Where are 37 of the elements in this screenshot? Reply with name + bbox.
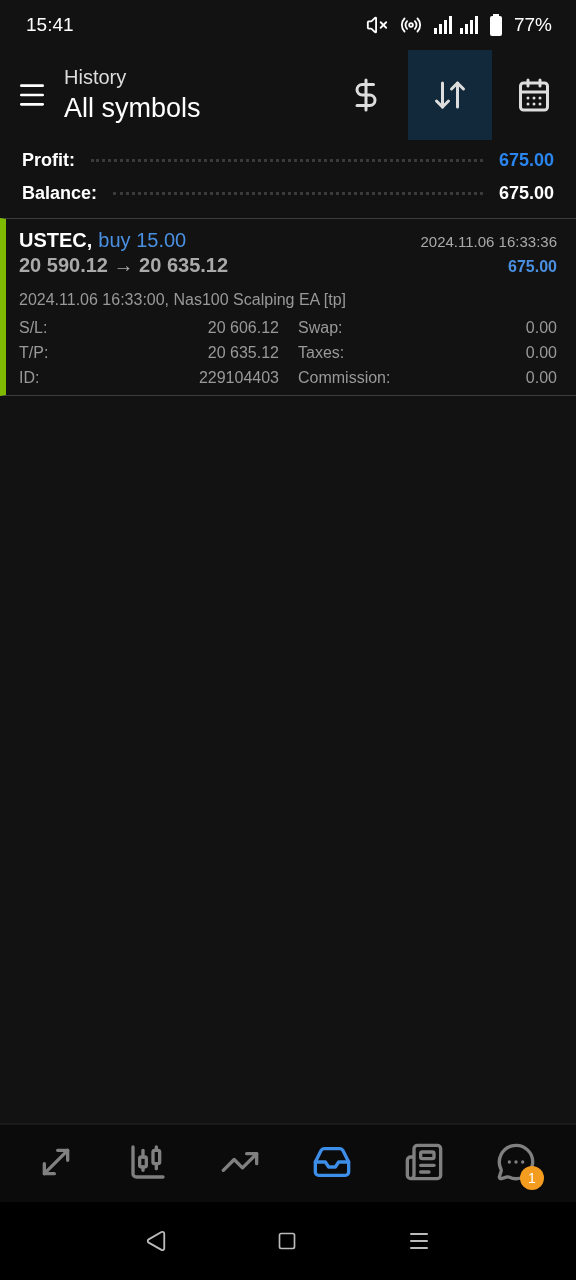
- back-icon[interactable]: [145, 1230, 167, 1252]
- field-value: 229104403: [198, 369, 279, 387]
- field-label: Swap:: [298, 319, 343, 337]
- summary-label: Balance:: [22, 183, 98, 204]
- mute-icon: [365, 14, 388, 36]
- field-value: 0.00: [525, 369, 557, 387]
- chat-icon: [496, 1141, 536, 1182]
- field-value: 20 635.12: [207, 344, 279, 362]
- field-label: T/P:: [19, 344, 49, 362]
- home-icon[interactable]: [277, 1231, 297, 1251]
- field-value: 0.00: [525, 319, 557, 337]
- field-label: Taxes:: [298, 344, 345, 362]
- deal-card[interactable]: USTEC, buy 15.00 2024.11.06 16:33:36 20 590.12 → 20 635.12 675.00 2024.11.06 16:33:00, Nas100 Scalping EA [tp] S/L: 20 606.12 Swap: 0.00 T/P: 20 635.12 Taxes: 0.00 ID: 229104403 Commission: 0.00: [0, 218, 576, 396]
- deal-profit: 675.00: [508, 258, 557, 276]
- newspaper-icon: [404, 1141, 444, 1182]
- deal-time: 2024.11.06 16:33:36: [420, 233, 557, 250]
- deal-symbol: USTEC,: [19, 229, 93, 251]
- summary-value: 675.00: [498, 150, 554, 171]
- count-badge: 1: [520, 1165, 544, 1190]
- calendar-icon: [516, 77, 552, 113]
- screen-subtitle: History: [64, 66, 128, 89]
- field-label: Commission:: [298, 369, 391, 387]
- summary-label: Profit:: [22, 150, 75, 171]
- field-value: 0.00: [525, 344, 557, 362]
- sort-button[interactable]: [408, 50, 492, 140]
- deal-comment: 2024.11.06 16:33:00, Nas100 Scalping EA [tp]: [19, 291, 348, 309]
- screen-title: All symbols: [64, 93, 202, 124]
- deal-side: buy 15.00: [98, 229, 187, 251]
- field-label: ID:: [19, 369, 40, 387]
- field-label: S/L:: [19, 319, 48, 337]
- signal-icon: [433, 16, 478, 34]
- field-value: 20 606.12: [207, 319, 279, 337]
- summary-value: 675.00: [498, 183, 554, 204]
- battery-icon: [489, 14, 502, 36]
- battery-level: 77%: [513, 14, 552, 36]
- deal-prices: 20 590.12 → 20 635.12: [19, 254, 229, 277]
- clock: 15:41: [26, 14, 74, 36]
